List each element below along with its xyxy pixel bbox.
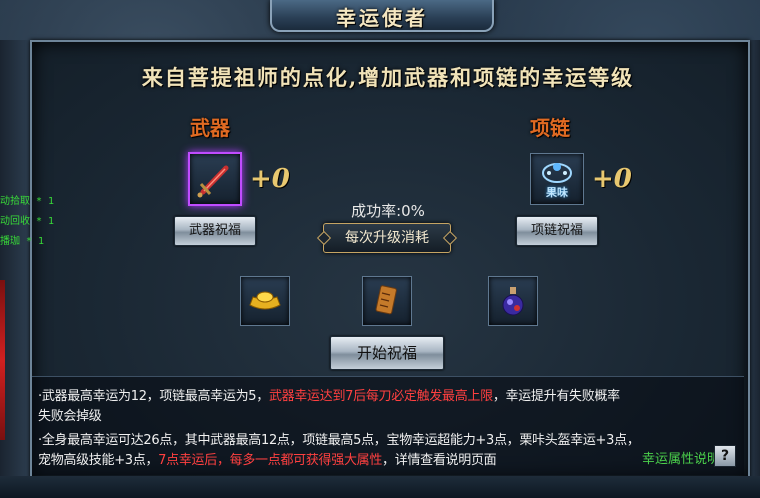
info-line-3: ·全身最高幸运可达26点，其中武器最高12点，项链最高5点，宝物幸运超能力+3点… [38,433,640,448]
bottom-border-decoration [0,476,760,498]
weapon-slot[interactable] [188,152,242,206]
info-line-4: 宠物高级技能+3点，7点幸运后，每多一点都可获得强大属性，详情查看说明页面 [38,449,497,468]
success-rate: 成功率:0% [351,202,425,220]
title-plate: 幸运使者 [270,0,494,32]
info-line-4-text: 宠物高级技能+3点， [38,453,159,468]
side-log-line: 动回收 * 1 [0,216,55,227]
gold-ingot-icon [249,291,281,310]
scroll-icon [375,285,397,315]
headline: 来自菩提祖师的点化,增加武器和项链的幸运等级 [141,65,635,90]
window-title: 幸运使者 [336,6,428,30]
necklace-title: 项链 [530,116,570,140]
weapon-bless-button[interactable]: 武器祝福 [174,216,256,246]
health-bar-edge [0,280,5,440]
potion-icon [502,287,524,316]
side-log-line: 播珈 * 1 [0,236,45,247]
necklace-slot[interactable]: 果味 [530,153,584,205]
consume-slot-gold[interactable] [240,276,290,326]
info-line-2: 失败会掉级 [38,409,102,424]
side-log-line: 动拾取 * 1 [0,196,55,207]
info-line-1-warning: 武器幸运达到7后每刀必定触发最高上限 [268,389,493,404]
consume-slot-scroll[interactable] [362,276,412,326]
info-line-1-tail: ，幸运提升有失败概率 [492,389,620,404]
luck-attribute-link[interactable]: 幸运属性说明 [642,448,720,467]
weapon-title: 武器 [190,116,230,140]
info-box: ·武器最高幸运为12，项链最高幸运为5，武器幸运达到7后每刀必定触发最高上限，幸… [32,376,744,475]
necklace-level: +0 [592,164,632,194]
help-button[interactable]: ? [714,445,736,467]
consume-label: 每次升级消耗 [323,223,451,253]
necklace-icon-text: 果味 [546,186,568,199]
info-line-1: ·武器最高幸运为12，项链最高幸运为5，武器幸运达到7后每刀必定触发最高上限，幸… [38,385,620,404]
info-line-4-warning: 7点幸运后，每多一点都可获得强大属性 [158,453,383,468]
necklace-bless-button[interactable]: 项链祝福 [516,216,598,246]
info-line-1-text: ·武器最高幸运为12，项链最高幸运为5， [38,389,269,404]
info-line-4-tail: ，详情查看说明页面 [382,453,497,468]
sword-icon [197,165,229,198]
start-bless-button[interactable]: 开始祝福 [330,336,444,370]
consume-slot-potion[interactable] [488,276,538,326]
weapon-level: +0 [250,164,290,194]
